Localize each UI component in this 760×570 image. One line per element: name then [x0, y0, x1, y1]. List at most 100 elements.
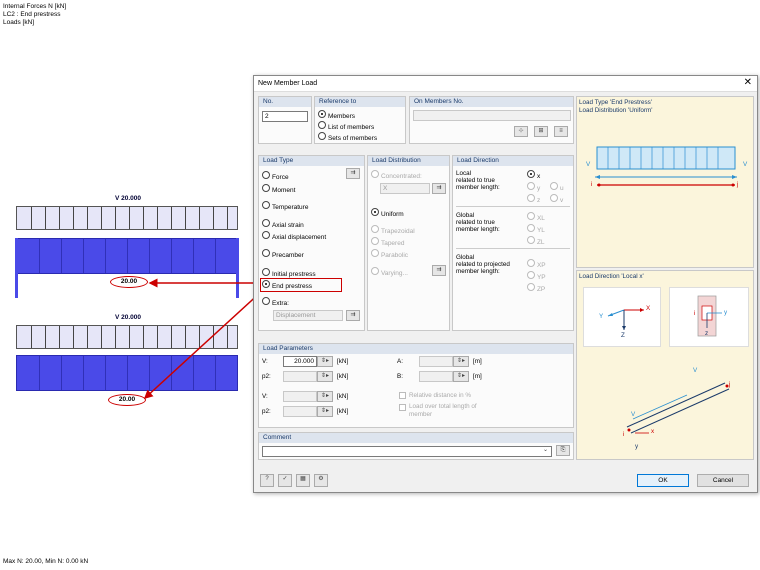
on-members-panel: On Members No. ⊹ ⊞ ≡ [409, 96, 574, 144]
dir-v-radio[interactable]: v [550, 194, 563, 204]
relative-distance-checkbox[interactable] [399, 392, 406, 399]
dir-u-radio[interactable]: u [550, 182, 564, 192]
a-stepper[interactable]: ⇕▸ [453, 356, 469, 367]
p22-unit: [kN] [337, 408, 349, 415]
b-input[interactable] [419, 371, 453, 382]
load-type-preview: Load Type 'End Prestress' Load Distribut… [576, 96, 754, 268]
load-over-total-label: Load over total length of member [409, 403, 477, 418]
axis-x-label: X [646, 305, 651, 312]
load-type-moment-radio[interactable]: Moment [262, 184, 295, 194]
p2-input[interactable] [283, 371, 317, 382]
load-type-header: Load Type [259, 156, 364, 166]
v-stepper[interactable]: ⇕▸ [317, 356, 333, 367]
b-stepper[interactable]: ⇕▸ [453, 371, 469, 382]
cancel-button[interactable]: Cancel [697, 474, 749, 487]
dist-varying-radio[interactable]: Varying... [371, 267, 408, 277]
extra-options-icon[interactable]: ⇉ [346, 310, 360, 321]
load-type-end-prestress-radio[interactable]: End prestress [262, 280, 312, 290]
dist-tapered-radio[interactable]: Tapered [371, 237, 404, 247]
v-input[interactable]: 20.000 [283, 356, 317, 367]
v2-input[interactable] [283, 391, 317, 402]
member-x: x [651, 428, 655, 435]
load-over-total-checkbox[interactable] [399, 404, 406, 411]
section-i-label: i [694, 310, 696, 317]
preview-j: j [737, 181, 739, 188]
load-type-panel: Load Type ⇉ Force Moment Temperature Axi… [258, 155, 365, 331]
dir-z-radio[interactable]: z [527, 194, 540, 204]
reference-list-radio[interactable]: List of members [318, 121, 374, 131]
p22-stepper[interactable]: ⇕▸ [317, 406, 333, 417]
edit-list-icon[interactable]: ≡ [554, 126, 568, 137]
settings-icon[interactable]: ⚙ [314, 474, 328, 487]
help-icon[interactable]: ? [260, 474, 274, 487]
close-icon[interactable]: ✕ [744, 77, 752, 88]
load-parameters-panel: Load Parameters V: 20.000 ⇕▸ [kN] p2: ⇕▸… [258, 343, 574, 428]
units-icon[interactable]: ▦ [296, 474, 310, 487]
dir-yp-radio[interactable]: YP [527, 271, 546, 281]
preview-v-right: V [743, 161, 748, 168]
section-y-label: y [724, 309, 728, 316]
dir-y-radio[interactable]: y [527, 182, 540, 192]
ok-button[interactable]: OK [637, 474, 689, 487]
comment-input[interactable] [262, 446, 552, 457]
on-members-header: On Members No. [410, 97, 573, 107]
dist-concentrated-radio[interactable]: Concentrated: [371, 170, 422, 180]
member-section-sketch [697, 295, 722, 337]
dialog-title: New Member Load [258, 80, 318, 87]
preview-direction-title: Load Direction 'Local x' [579, 273, 644, 280]
load-type-precamber-radio[interactable]: Precamber [262, 249, 304, 259]
dir-zl-radio[interactable]: ZL [527, 236, 545, 246]
dist-parabolic-radio[interactable]: Parabolic [371, 249, 408, 259]
dir-x-radio[interactable]: x [527, 170, 540, 180]
v2-stepper[interactable]: ⇕▸ [317, 391, 333, 402]
varying-options-icon[interactable]: ⇉ [432, 265, 446, 276]
b-unit: [m] [473, 373, 482, 380]
v2-unit: [kN] [337, 393, 349, 400]
load-type-force-radio[interactable]: Force [262, 171, 289, 181]
on-members-field[interactable] [413, 110, 571, 121]
preview-v-left: V [586, 161, 591, 168]
axis-y-label: Y [599, 313, 604, 320]
dir-xl-radio[interactable]: XL [527, 212, 545, 222]
arrow-to-lower-result [143, 290, 263, 400]
no-field[interactable]: 2 [262, 111, 308, 122]
reference-sets-radio[interactable]: Sets of members [318, 132, 377, 142]
comment-dropdown-chevron-icon[interactable]: ⌄ [543, 446, 548, 453]
reference-members-radio[interactable]: Members [318, 110, 355, 120]
load-type-axial-strain-radio[interactable]: Axial strain [262, 219, 304, 229]
p22-input[interactable] [283, 406, 317, 417]
check-icon[interactable]: ✓ [278, 474, 292, 487]
pick-member-icon[interactable]: ⊹ [514, 126, 528, 137]
load-direction-preview: Load Direction 'Local x' X Y Z i y z V V… [576, 270, 754, 460]
load-type-axial-displacement-radio[interactable]: Axial displacement [262, 231, 326, 241]
concentrated-select[interactable]: X [380, 183, 430, 194]
dist-trapezoidal-radio[interactable]: Trapezoidal [371, 225, 415, 235]
local-member-sketch [626, 382, 730, 434]
v-label: V: [262, 358, 268, 365]
dir-yl-radio[interactable]: YL [527, 224, 545, 234]
load-direction-panel: Load Direction Local related to true mem… [452, 155, 574, 331]
dialog-titlebar: New Member Load [254, 76, 757, 92]
uniform-load-sketch [595, 146, 737, 187]
p2-stepper[interactable]: ⇕▸ [317, 371, 333, 382]
concentrated-options-icon[interactable]: ⇉ [432, 183, 446, 194]
load-type-extra-radio[interactable]: Extra: [262, 297, 289, 307]
member-j: j [729, 381, 731, 388]
b-label: B: [397, 373, 403, 380]
a-input[interactable] [419, 356, 453, 367]
extra-select[interactable]: Displacement [273, 310, 343, 321]
relative-distance-label: Relative distance in % [409, 392, 471, 399]
no-label: No. [259, 97, 311, 107]
dist-uniform-radio[interactable]: Uniform [371, 208, 404, 218]
load-type-temperature-radio[interactable]: Temperature [262, 201, 308, 211]
no-panel: No. 2 [258, 96, 312, 144]
a-label: A: [397, 358, 403, 365]
dir-zp-radio[interactable]: ZP [527, 283, 545, 293]
load-type-initial-prestress-radio[interactable]: Initial prestress [262, 268, 316, 278]
select-members-icon[interactable]: ⊞ [534, 126, 548, 137]
load-type-info-icon[interactable]: ⇉ [346, 168, 360, 179]
dir-xp-radio[interactable]: XP [527, 259, 546, 269]
direction-divider-2 [456, 248, 570, 249]
comment-open-icon[interactable]: ⎘ [556, 445, 570, 456]
axis-z-label: Z [621, 332, 625, 339]
